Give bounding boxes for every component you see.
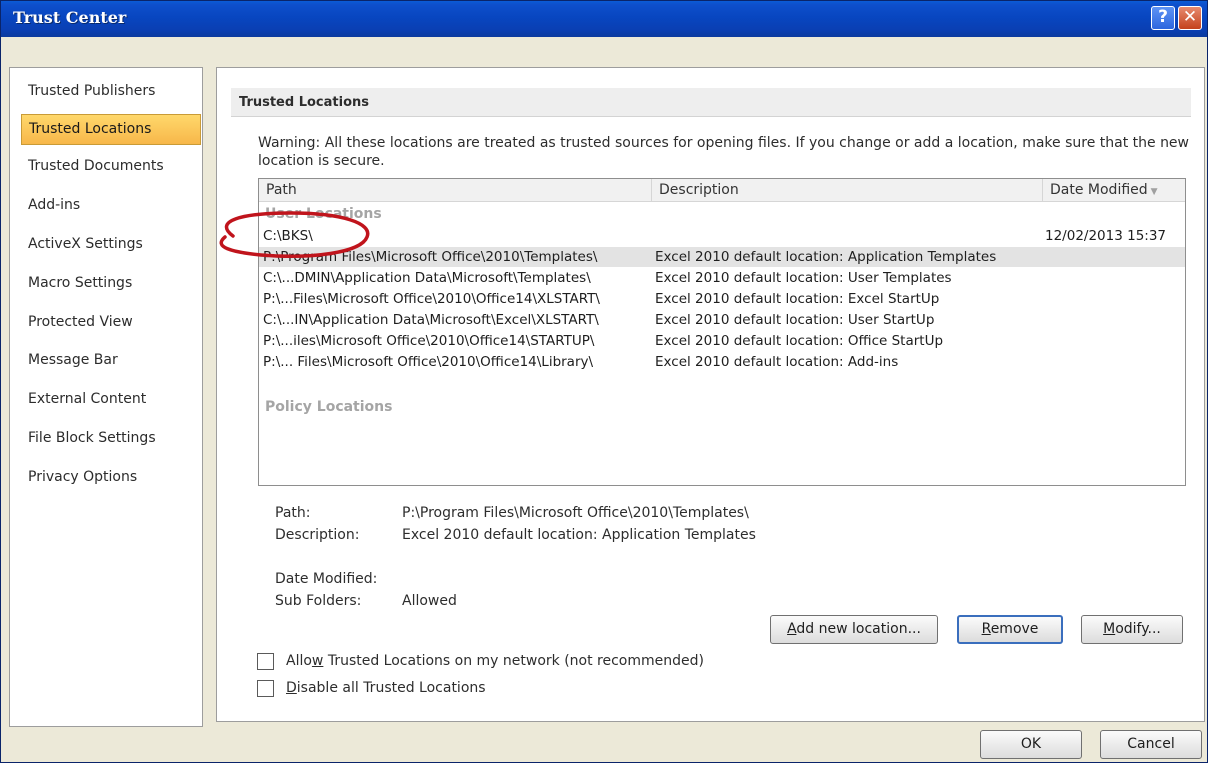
row-path: P:\...Files\Microsoft Office\2010\Office… <box>263 291 600 307</box>
row-description: Excel 2010 default location: User StartU… <box>655 312 935 328</box>
ok-button[interactable]: OK <box>980 730 1082 759</box>
column-header-description[interactable]: Description <box>652 179 1043 202</box>
detail-description-label: Description: <box>275 527 360 543</box>
allow-network-label-post: Trusted Locations on my network (not rec… <box>323 653 704 669</box>
table-row-selected[interactable]: P:\Program Files\Microsoft Office\2010\T… <box>259 247 1185 267</box>
sidebar-item-trusted-publishers[interactable]: Trusted Publishers <box>21 77 201 108</box>
add-new-location-accesskey: A <box>787 621 797 637</box>
table-row[interactable]: P:\... Files\Microsoft Office\2010\Offic… <box>259 352 1185 372</box>
allow-network-label-pre: Allo <box>286 653 312 669</box>
group-label-user-locations: User Locations <box>265 206 382 222</box>
column-header-date-modified[interactable]: Date Modified ▼ <box>1043 179 1185 202</box>
warning-text: Warning: All these locations are treated… <box>258 135 1189 169</box>
sidebar-item-macro-settings[interactable]: Macro Settings <box>21 269 201 300</box>
row-path: P:\Program Files\Microsoft Office\2010\T… <box>263 249 598 265</box>
row-path: C:\...DMIN\Application Data\Microsoft\Te… <box>263 270 591 286</box>
content-panel: Trusted Locations Warning: All these loc… <box>216 67 1205 722</box>
modify-button[interactable]: Modify... <box>1081 615 1183 644</box>
trusted-locations-list[interactable]: Path Description Date Modified ▼ User Loc… <box>258 178 1186 486</box>
sidebar-item-privacy-options[interactable]: Privacy Options <box>21 463 201 494</box>
allow-network-checkbox[interactable] <box>257 653 274 670</box>
disable-all-label[interactable]: Disable all Trusted Locations <box>286 680 486 696</box>
title-bar[interactable]: Trust Center ? ✕ <box>1 1 1207 37</box>
add-new-location-label: dd new location... <box>796 621 921 637</box>
detail-subfolders-value: Allowed <box>402 593 457 609</box>
remove-accesskey: R <box>981 621 991 637</box>
modify-accesskey: M <box>1103 621 1116 637</box>
table-row[interactable]: P:\...Files\Microsoft Office\2010\Office… <box>259 289 1185 309</box>
sidebar-item-protected-view[interactable]: Protected View <box>21 308 201 339</box>
sidebar-item-message-bar[interactable]: Message Bar <box>21 346 201 377</box>
add-new-location-button[interactable]: Add new location... <box>770 615 938 644</box>
table-row[interactable]: C:\BKS\ 12/02/2013 15:37 <box>259 226 1185 246</box>
disable-all-checkbox[interactable] <box>257 680 274 697</box>
sidebar-item-activex-settings[interactable]: ActiveX Settings <box>21 230 201 261</box>
sidebar-item-file-block-settings[interactable]: File Block Settings <box>21 424 201 455</box>
row-description: Excel 2010 default location: Office Star… <box>655 333 944 349</box>
close-icon[interactable]: ✕ <box>1178 6 1202 30</box>
row-description: Excel 2010 default location: Application… <box>655 249 997 265</box>
sidebar: Trusted Publishers Trusted Locations Tru… <box>9 67 203 727</box>
detail-description-value: Excel 2010 default location: Application… <box>402 527 756 543</box>
remove-label: emove <box>990 621 1039 637</box>
sidebar-item-trusted-locations[interactable]: Trusted Locations <box>21 114 201 145</box>
detail-path-value: P:\Program Files\Microsoft Office\2010\T… <box>402 505 749 521</box>
row-path: P:\...iles\Microsoft Office\2010\Office1… <box>263 333 595 349</box>
list-header: Path Description Date Modified ▼ <box>259 179 1185 202</box>
row-path: C:\BKS\ <box>263 228 313 244</box>
trust-center-dialog: Trust Center ? ✕ Trusted Publishers Trus… <box>0 0 1208 763</box>
row-description: Excel 2010 default location: Add-ins <box>655 354 899 370</box>
modify-label: odify... <box>1115 621 1161 637</box>
sort-down-icon: ▼ <box>1150 187 1158 197</box>
allow-network-label[interactable]: Allow Trusted Locations on my network (n… <box>286 653 704 669</box>
allow-network-accesskey: w <box>311 653 324 669</box>
detail-subfolders-label: Sub Folders: <box>275 593 362 609</box>
row-path: P:\... Files\Microsoft Office\2010\Offic… <box>263 354 594 370</box>
row-description: Excel 2010 default location: User Templa… <box>655 270 952 286</box>
disable-all-accesskey: D <box>286 680 297 696</box>
row-description: Excel 2010 default location: Excel Start… <box>655 291 940 307</box>
disable-all-label-post: isable all Trusted Locations <box>296 680 486 696</box>
detail-date-label: Date Modified: <box>275 571 378 587</box>
help-icon[interactable]: ? <box>1151 6 1175 30</box>
sidebar-item-external-content[interactable]: External Content <box>21 385 201 416</box>
detail-path-label: Path: <box>275 505 311 521</box>
row-path: C:\...IN\Application Data\Microsoft\Exce… <box>263 312 599 328</box>
table-row[interactable]: P:\...iles\Microsoft Office\2010\Office1… <box>259 331 1185 351</box>
remove-button[interactable]: Remove <box>957 615 1063 644</box>
window-title: Trust Center <box>13 8 127 27</box>
sidebar-item-add-ins[interactable]: Add-ins <box>21 191 201 222</box>
column-header-path[interactable]: Path <box>259 179 652 202</box>
section-title: Trusted Locations <box>231 88 1191 117</box>
table-row[interactable]: C:\...DMIN\Application Data\Microsoft\Te… <box>259 268 1185 288</box>
column-header-date-label: Date Modified <box>1050 182 1148 198</box>
cancel-button[interactable]: Cancel <box>1100 730 1202 759</box>
row-date: 12/02/2013 15:37 <box>1045 228 1167 244</box>
group-label-policy-locations: Policy Locations <box>265 399 393 415</box>
sidebar-item-trusted-documents[interactable]: Trusted Documents <box>21 152 201 183</box>
table-row[interactable]: C:\...IN\Application Data\Microsoft\Exce… <box>259 310 1185 330</box>
